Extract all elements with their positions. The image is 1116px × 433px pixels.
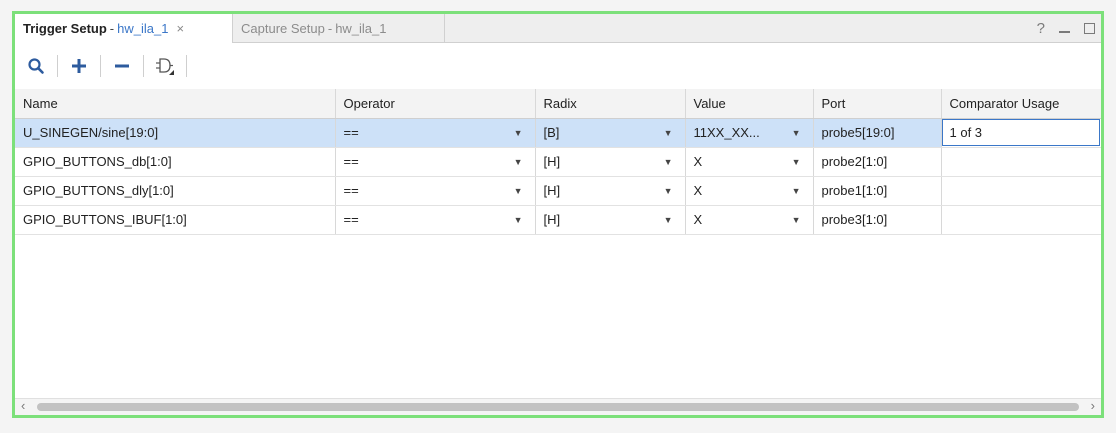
scroll-right-icon[interactable]: ›	[1091, 398, 1095, 413]
column-header-comparator-usage[interactable]: Comparator Usage	[941, 89, 1101, 119]
table-row[interactable]: GPIO_BUTTONS_IBUF[1:0] == ▼ [H] ▼ X ▼ probe…	[15, 205, 1101, 235]
table-header-row: Name Operator Radix Value Port Comparato…	[15, 89, 1101, 119]
tab-title: Capture Setup	[241, 20, 325, 36]
column-header-radix[interactable]: Radix	[535, 89, 686, 119]
trigger-setup-panel: Trigger Setup - hw_ila_1 × Capture Setup…	[12, 11, 1104, 418]
minimize-icon[interactable]	[1059, 31, 1070, 33]
value-dropdown[interactable]: 11XX_XX... ▼	[685, 118, 814, 148]
maximize-icon[interactable]	[1084, 22, 1095, 34]
tab-title: Trigger Setup	[23, 21, 107, 36]
toolbar-separator	[186, 55, 187, 77]
dropdown-arrow-icon[interactable]: ▼	[664, 157, 673, 167]
table-row[interactable]: GPIO_BUTTONS_dly[1:0] == ▼ [H] ▼ X ▼ probe1…	[15, 176, 1101, 206]
search-button[interactable]	[23, 53, 49, 79]
port-cell: probe2[1:0]	[813, 147, 942, 177]
remove-probe-button[interactable]	[109, 53, 135, 79]
tab-trigger-setup[interactable]: Trigger Setup - hw_ila_1 ×	[15, 14, 233, 43]
comparator-usage-cell[interactable]	[941, 176, 1101, 206]
dropdown-arrow-icon[interactable]: ▼	[664, 128, 673, 138]
table-row[interactable]: GPIO_BUTTONS_db[1:0] == ▼ [H] ▼ X ▼ probe2[…	[15, 147, 1101, 177]
window-controls: ?	[1037, 14, 1095, 42]
toolbar-separator	[57, 55, 58, 77]
radix-dropdown[interactable]: [H] ▼	[535, 147, 686, 177]
tab-capture-setup[interactable]: Capture Setup - hw_ila_1	[233, 14, 445, 42]
dropdown-arrow-icon[interactable]: ▼	[514, 157, 523, 167]
dropdown-arrow-icon[interactable]: ▼	[514, 186, 523, 196]
operator-value: ==	[343, 212, 359, 227]
port-cell: probe1[1:0]	[813, 176, 942, 206]
column-header-port[interactable]: Port	[813, 89, 942, 119]
operator-dropdown[interactable]: == ▼	[335, 118, 536, 148]
tab-separator: -	[327, 20, 333, 36]
dropdown-arrow-icon[interactable]: ▼	[792, 157, 801, 167]
close-icon[interactable]: ×	[176, 21, 184, 36]
probe-name: GPIO_BUTTONS_dly[1:0]	[15, 176, 336, 206]
operator-dropdown[interactable]: == ▼	[335, 176, 536, 206]
search-icon	[28, 58, 44, 74]
value-text: X	[693, 154, 703, 169]
radix-value: [H]	[543, 154, 561, 169]
value-dropdown[interactable]: X ▼	[685, 176, 814, 206]
tab-bar: Trigger Setup - hw_ila_1 × Capture Setup…	[15, 14, 1101, 43]
comparator-usage-cell[interactable]	[941, 147, 1101, 177]
radix-dropdown[interactable]: [H] ▼	[535, 176, 686, 206]
probe-name: GPIO_BUTTONS_db[1:0]	[15, 147, 336, 177]
value-dropdown[interactable]: X ▼	[685, 205, 814, 235]
probe-table: Name Operator Radix Value Port Comparato…	[15, 89, 1101, 235]
value-text: X	[693, 212, 703, 227]
radix-value: [B]	[543, 125, 560, 140]
help-icon[interactable]: ?	[1037, 20, 1045, 37]
comparator-usage-cell[interactable]: 1 of 3	[941, 118, 1101, 148]
dropdown-arrow-icon[interactable]: ▼	[514, 215, 523, 225]
tab-target: hw_ila_1	[117, 21, 169, 36]
column-header-value[interactable]: Value	[685, 89, 814, 119]
minus-icon	[115, 64, 129, 68]
value-text: X	[693, 183, 703, 198]
toolbar-separator	[100, 55, 101, 77]
dropdown-arrow-icon[interactable]: ▼	[792, 215, 801, 225]
radix-dropdown[interactable]: [B] ▼	[535, 118, 686, 148]
probe-name: U_SINEGEN/sine[19:0]	[15, 118, 336, 148]
operator-value: ==	[343, 183, 359, 198]
value-text: 11XX_XX...	[693, 125, 760, 140]
toolbar	[15, 43, 1101, 89]
add-probe-button[interactable]	[66, 53, 92, 79]
dropdown-arrow-icon[interactable]: ▼	[664, 186, 673, 196]
value-dropdown[interactable]: X ▼	[685, 147, 814, 177]
horizontal-scrollbar[interactable]: ‹ ›	[15, 398, 1101, 415]
dropdown-arrow-icon[interactable]: ▼	[664, 215, 673, 225]
radix-value: [H]	[543, 183, 561, 198]
dropdown-arrow-icon[interactable]: ▼	[792, 128, 801, 138]
dropdown-arrow-icon[interactable]: ▼	[514, 128, 523, 138]
dropdown-arrow-icon[interactable]: ▼	[792, 186, 801, 196]
operator-dropdown[interactable]: == ▼	[335, 147, 536, 177]
scroll-left-icon[interactable]: ‹	[21, 398, 25, 413]
column-header-operator[interactable]: Operator	[335, 89, 536, 119]
table-row[interactable]: U_SINEGEN/sine[19:0] == ▼ [B] ▼ 11XX_XX...…	[15, 118, 1101, 148]
tab-separator: -	[109, 21, 115, 36]
port-cell: probe5[19:0]	[813, 118, 942, 148]
toolbar-separator	[143, 55, 144, 77]
tab-target: hw_ila_1	[335, 20, 387, 36]
port-cell: probe3[1:0]	[813, 205, 942, 235]
column-header-name[interactable]: Name	[15, 89, 336, 119]
scrollbar-thumb[interactable]	[37, 403, 1079, 411]
operator-value: ==	[343, 154, 359, 169]
plus-icon	[72, 59, 86, 73]
trigger-condition-icon	[156, 58, 174, 75]
probe-name: GPIO_BUTTONS_IBUF[1:0]	[15, 205, 336, 235]
operator-dropdown[interactable]: == ▼	[335, 205, 536, 235]
radix-value: [H]	[543, 212, 561, 227]
operator-value: ==	[343, 125, 359, 140]
radix-dropdown[interactable]: [H] ▼	[535, 205, 686, 235]
comparator-usage-cell[interactable]	[941, 205, 1101, 235]
trigger-condition-button[interactable]	[152, 53, 178, 79]
